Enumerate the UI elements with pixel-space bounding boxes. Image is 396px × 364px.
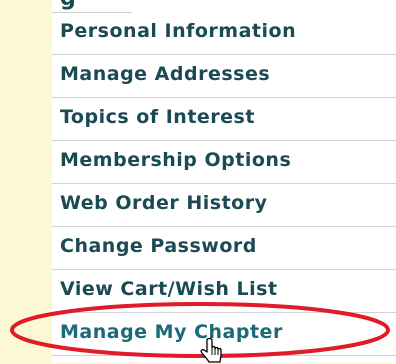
menu-item-topics-of-interest[interactable]: Topics of Interest <box>52 98 396 141</box>
menu-item-manage-addresses[interactable]: Manage Addresses <box>52 55 396 98</box>
menu-item-change-password[interactable]: Change Password <box>52 227 396 270</box>
menu-item-label: View Cart/Wish List <box>60 278 278 300</box>
menu-item-label: Personal Information <box>60 20 297 42</box>
menu-item-personal-information[interactable]: Personal Information <box>52 12 396 55</box>
menu-item-label: Manage Addresses <box>60 63 271 85</box>
menu-item-label: Membership Options <box>60 149 292 171</box>
menu-item-view-cart-wish-list[interactable]: View Cart/Wish List <box>52 270 396 313</box>
menu-item-label: Change Password <box>60 235 257 257</box>
account-menu: g Personal Information Manage Addresses … <box>52 0 396 363</box>
menu-item-membership-options[interactable]: Membership Options <box>52 141 396 184</box>
menu-item-label: Manage My Chapter <box>60 321 283 343</box>
menu-item-web-order-history[interactable]: Web Order History <box>52 184 396 227</box>
hand-pointer-icon <box>200 338 222 363</box>
menu-item-label: Topics of Interest <box>60 106 255 128</box>
menu-item-label: Web Order History <box>60 192 268 214</box>
